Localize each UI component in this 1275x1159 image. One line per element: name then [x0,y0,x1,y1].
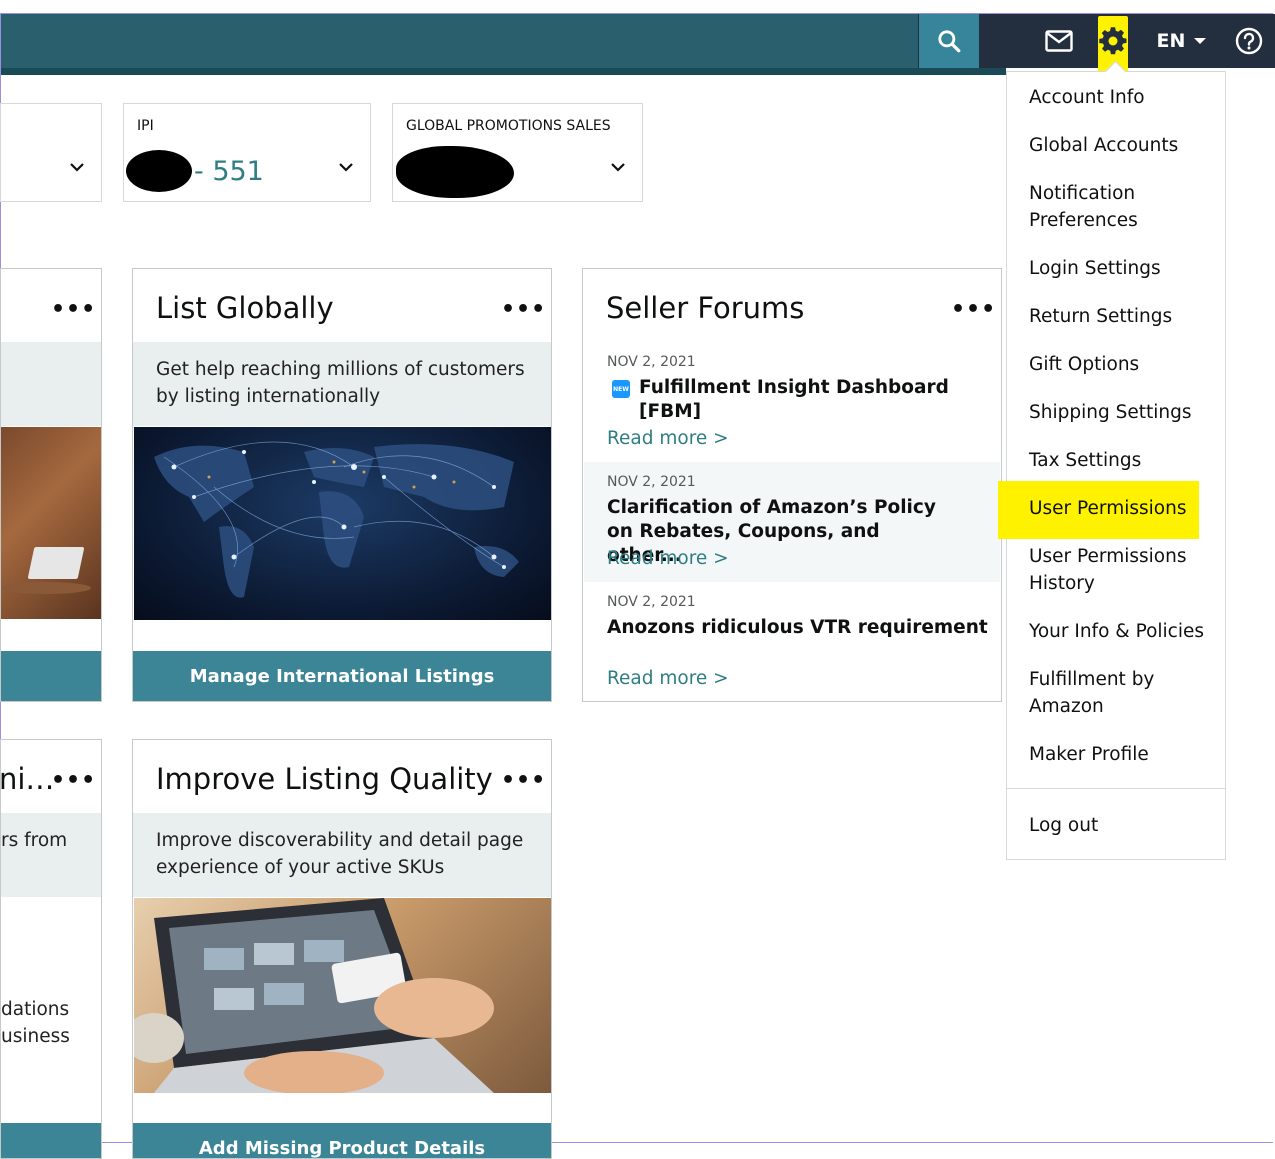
search-underline [1,68,1006,75]
card-description: Get help reaching millions of customers … [133,342,551,426]
card-action-button[interactable] [1,1123,101,1158]
post-title-link[interactable]: Fulfillment Insight Dashboard [FBM] [639,376,1000,424]
forum-post: NOV 2, 2021 NEW Fulfillment Insight Dash… [584,342,1000,462]
widget-card-list-globally: List Globally ••• Get help reaching mill… [132,268,552,702]
chevron-down-icon [70,163,84,172]
search-icon [938,30,961,53]
post-date: NOV 2, 2021 [607,474,696,490]
warehouse-image [1,427,101,619]
language-label: EN [1156,30,1186,52]
card-description: Improve discoverability and detail page … [133,813,551,897]
language-selector[interactable]: EN [1152,14,1212,68]
card-title: List Globally [156,291,334,325]
metric-card-global-promotions[interactable]: GLOBAL PROMOTIONS SALES [392,103,643,202]
world-network-image [134,427,551,620]
menu-divider [1007,788,1225,789]
chevron-down-icon [611,163,625,172]
menu-item-global-accounts[interactable]: Global Accounts [1029,132,1178,159]
search-input[interactable] [1,14,918,68]
redaction-mark [126,150,192,192]
widget-card-partial: ••• [0,268,102,702]
menu-item-maker-profile[interactable]: Maker Profile [1029,741,1149,768]
metric-card-ipi[interactable]: IPI - 551 [123,103,371,202]
forum-post: NOV 2, 2021 Anozons ridiculous VTR requi… [584,582,1000,700]
read-more-link[interactable]: Read more > [607,668,729,689]
card-description [1,342,101,426]
menu-item-return-settings[interactable]: Return Settings [1029,303,1172,330]
help-icon [1235,27,1263,55]
card-title: ni… [0,762,55,796]
post-title-link[interactable]: Anozons ridiculous VTR requirement [607,616,988,640]
more-options-icon[interactable]: ••• [951,297,996,322]
table-graphic [1,582,91,594]
read-more-link[interactable]: Read more > [607,428,729,449]
gear-icon [1099,27,1127,55]
card-description: rs from [1,813,101,897]
world-map-graphic [154,441,519,598]
card-description-text: Improve discoverability and detail page … [156,830,524,878]
metric-label: GLOBAL PROMOTIONS SALES [406,118,611,134]
settings-button[interactable] [1096,14,1136,82]
widget-card-improve-listing-quality: Improve Listing Quality ••• Improve disc… [132,739,552,1159]
post-date: NOV 2, 2021 [607,354,696,370]
menu-item-user-permissions-history[interactable]: User Permissions History [1029,543,1199,597]
mail-icon [1045,30,1073,52]
card-body-text: dations [1,999,70,1020]
metric-label: IPI [137,118,154,134]
card-body-text: usiness [1,1026,70,1047]
redaction-mark [396,146,514,198]
laptop-shopping-image [134,898,551,1093]
card-title: Improve Listing Quality [156,762,493,796]
chevron-down-icon [339,163,353,172]
menu-item-tax-settings[interactable]: Tax Settings [1029,447,1141,474]
laptop-graphic [27,547,85,579]
more-options-icon[interactable]: ••• [51,768,96,793]
card-description-text: rs from [1,830,68,851]
search-button[interactable] [919,14,979,68]
card-description-text: Get help reaching millions of customers … [156,359,525,407]
forum-post: NOV 2, 2021 Clarification of Amazon’s Po… [584,462,1000,582]
menu-item-fulfillment-by-amazon[interactable]: Fulfillment by Amazon [1029,666,1179,720]
new-badge-icon: NEW [612,380,630,398]
caret-down-icon [1194,38,1207,44]
add-missing-product-details-button[interactable]: Add Missing Product Details [133,1123,551,1158]
settings-dropdown-menu: Account Info Global Accounts Notificatio… [998,60,1226,860]
read-more-link[interactable]: Read more > [607,548,729,569]
menu-item-login-settings[interactable]: Login Settings [1029,255,1161,282]
more-options-icon[interactable]: ••• [51,297,96,322]
card-action-button[interactable] [1,651,101,701]
menu-item-log-out[interactable]: Log out [1029,812,1098,839]
more-options-icon[interactable]: ••• [501,768,546,793]
messages-button[interactable] [1040,14,1078,68]
metric-value: - 551 [194,156,264,187]
menu-item-account-info[interactable]: Account Info [1029,84,1145,111]
menu-item-user-permissions[interactable]: User Permissions [1029,495,1186,522]
top-nav-bar [1,14,1275,75]
card-title: Seller Forums [606,291,805,325]
manage-international-listings-button[interactable]: Manage International Listings [133,651,551,701]
laptop-graphic [134,898,494,1093]
menu-item-gift-options[interactable]: Gift Options [1029,351,1139,378]
menu-item-notification-preferences[interactable]: Notification Preferences [1029,180,1209,234]
widget-card-seller-forums: Seller Forums ••• NOV 2, 2021 NEW Fulfil… [582,268,1002,702]
more-options-icon[interactable]: ••• [501,297,546,322]
post-date: NOV 2, 2021 [607,594,696,610]
help-button[interactable] [1232,14,1266,68]
menu-item-shipping-settings[interactable]: Shipping Settings [1029,399,1191,426]
metric-card-partial[interactable] [0,103,102,202]
widget-card-partial-bottom: ni… ••• rs from dations usiness [0,739,102,1159]
menu-item-your-info-policies[interactable]: Your Info & Policies [1029,618,1204,645]
